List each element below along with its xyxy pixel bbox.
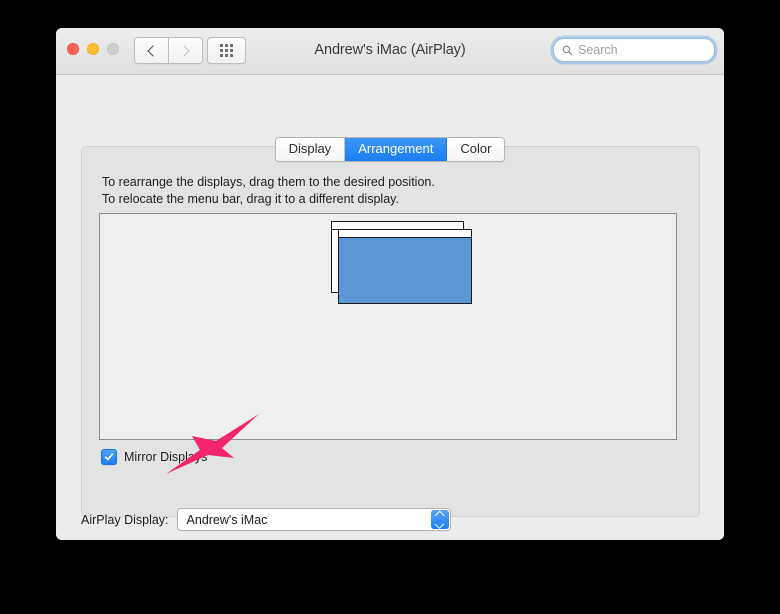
display-icon-front[interactable] [338,229,472,304]
airplay-display-row: AirPlay Display: Andrew's iMac [81,508,451,531]
search-input[interactable]: Search [578,43,618,57]
tab-arrangement[interactable]: Arrangement [345,138,448,161]
tab-color[interactable]: Color [447,138,505,161]
search-icon [562,45,573,55]
window-body: To rearrange the displays, drag them to … [56,75,724,540]
arrangement-panel: To rearrange the displays, drag them to … [81,146,700,517]
display-arrangement-canvas[interactable] [99,213,677,440]
display-screen-area [339,238,471,303]
instructions-text: To rearrange the displays, drag them to … [102,174,435,208]
mirror-displays-row[interactable]: Mirror Displays [101,449,207,465]
search-field[interactable]: Search [553,38,715,62]
tab-bar: Display Arrangement Color [56,137,724,162]
mirror-displays-checkbox[interactable] [101,449,117,465]
display-stack [331,221,472,305]
airplay-display-label: AirPlay Display: [81,512,169,527]
instruction-line-2: To relocate the menu bar, drag it to a d… [102,192,399,206]
instruction-line-1: To rearrange the displays, drag them to … [102,175,435,189]
airplay-display-select[interactable]: Andrew's iMac [176,508,451,531]
title-bar: Andrew's iMac (AirPlay) Search [56,28,724,75]
stepper-icon[interactable] [430,510,449,529]
checkmark-icon [104,453,114,461]
display-menubar-strip [339,230,471,238]
airplay-display-value: Andrew's iMac [186,512,268,527]
tab-group: Display Arrangement Color [274,137,506,162]
chevron-down-icon [434,518,445,529]
mirror-displays-label: Mirror Displays [124,450,208,464]
tab-display[interactable]: Display [275,138,346,161]
system-preferences-window: Andrew's iMac (AirPlay) Search To rearra… [56,28,724,540]
